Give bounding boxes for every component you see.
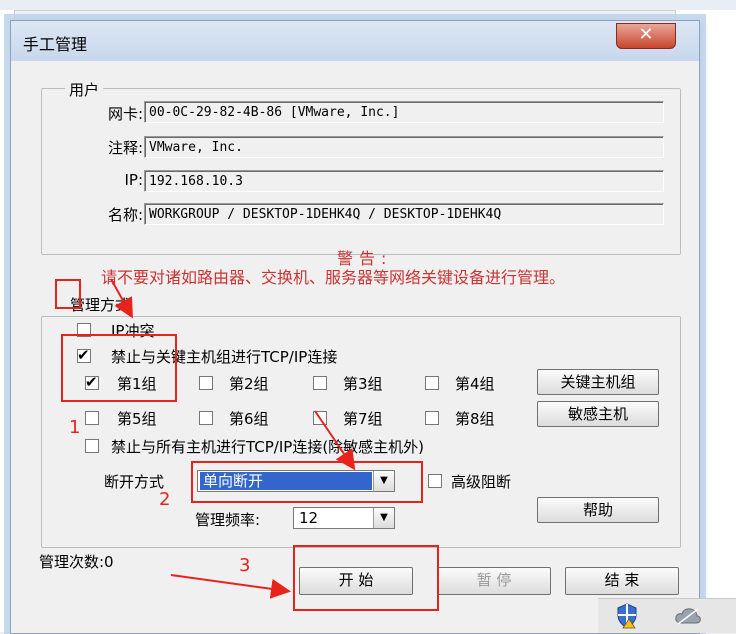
frequency-select[interactable]: 12 ▼ [293, 507, 395, 529]
annotation-box-2 [191, 461, 423, 503]
group-7-checkbox[interactable] [313, 411, 327, 425]
advanced-block-checkbox[interactable] [428, 474, 442, 488]
pause-button[interactable]: 暂 停 [437, 567, 551, 595]
end-button[interactable]: 结 束 [565, 567, 679, 595]
dialog-title: 手工管理 [23, 35, 88, 54]
manage-count-label: 管理次数:0 [39, 553, 114, 571]
close-icon: ✕ [638, 24, 654, 45]
annotation-number-3: 3 [239, 555, 251, 576]
group-4-checkbox[interactable] [425, 376, 439, 390]
group-2-label: 第2组 [229, 375, 269, 393]
warning-text: 请不要对诸如路由器、交换机、服务器等网络关键设备进行管理。 [101, 268, 566, 287]
group-8-checkbox[interactable] [425, 411, 439, 425]
comment-field[interactable]: VMware, Inc. [144, 136, 664, 158]
background-window-strip [0, 0, 736, 11]
group-2-checkbox[interactable] [199, 376, 213, 390]
close-button[interactable]: ✕ [616, 23, 676, 49]
annotation-number-1: 1 [69, 417, 81, 438]
comment-label: 注释: [107, 139, 143, 157]
group-3-label: 第3组 [343, 375, 383, 393]
annotation-box-3 [293, 545, 439, 611]
group-5-label: 第5组 [117, 410, 157, 428]
group-6-checkbox[interactable] [199, 411, 213, 425]
dialog-client-area: 用户 网卡: 00-0C-29-82-4B-86 [VMware, Inc.] … [19, 61, 691, 627]
group-8-label: 第8组 [455, 410, 495, 428]
sensitive-hosts-button[interactable]: 敏感主机 [537, 401, 659, 427]
annotation-box-1 [61, 334, 177, 402]
manual-manage-dialog: 手工管理 ✕ 用户 网卡: 00-0C-29-82-4B-86 [VMware,… [10, 20, 700, 634]
block-all-hosts-checkbox[interactable] [85, 439, 99, 453]
group-4-label: 第4组 [455, 375, 495, 393]
title-bar: 手工管理 ✕ [11, 21, 699, 61]
nic-label: 网卡: [107, 105, 143, 123]
annotation-box-legend [55, 279, 81, 309]
block-all-hosts-label: 禁止与所有主机进行TCP/IP连接(除敏感主机外) [111, 438, 425, 456]
disconnect-mode-label: 断开方式 [104, 473, 165, 491]
group-3-checkbox[interactable] [313, 376, 327, 390]
frequency-label: 管理频率: [195, 511, 261, 529]
group-7-label: 第7组 [343, 410, 383, 428]
shield-warning-icon[interactable] [616, 603, 638, 629]
group-5-checkbox[interactable] [85, 411, 99, 425]
ip-field[interactable]: 192.168.10.3 [144, 170, 664, 192]
cloud-icon[interactable] [674, 607, 702, 625]
system-tray [598, 598, 736, 633]
nic-field[interactable]: 00-0C-29-82-4B-86 [VMware, Inc.] [144, 101, 664, 123]
ip-label: IP: [124, 171, 143, 189]
help-button[interactable]: 帮助 [537, 497, 659, 523]
key-hosts-button[interactable]: 关键主机组 [537, 369, 659, 395]
name-field[interactable]: WORKGROUP / DESKTOP-1DEHK4Q / DESKTOP-1D… [144, 203, 664, 225]
annotation-arrow-3 [170, 574, 291, 599]
advanced-block-label: 高级阻断 [451, 473, 512, 491]
annotation-number-2: 2 [159, 489, 171, 510]
frequency-value: 12 [299, 509, 319, 527]
group-6-label: 第6组 [229, 410, 269, 428]
chevron-down-icon[interactable]: ▼ [373, 508, 394, 528]
user-group-legend: 用户 [65, 79, 104, 100]
name-label: 名称: [107, 206, 143, 224]
